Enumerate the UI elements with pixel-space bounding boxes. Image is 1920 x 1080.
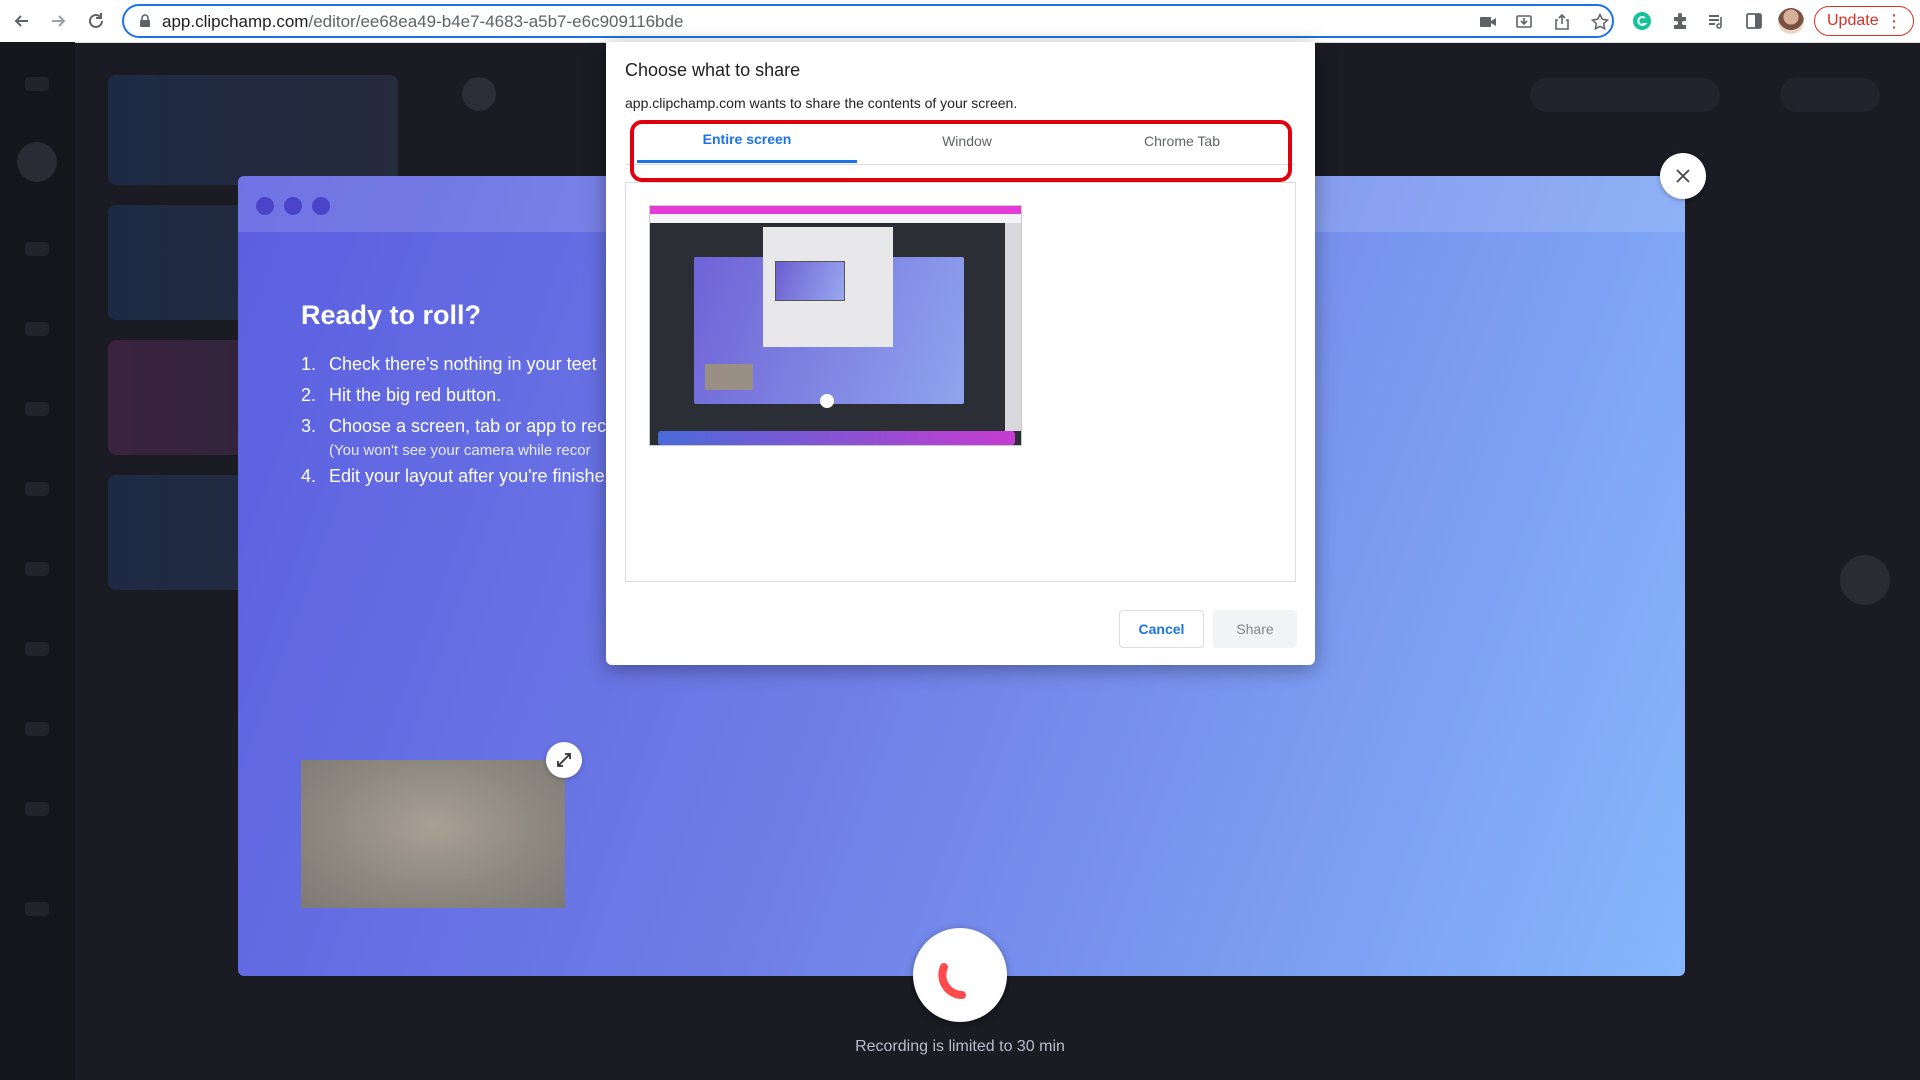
dialog-title: Choose what to share	[625, 60, 801, 80]
camera-preview[interactable]	[301, 760, 565, 908]
reading-list-icon[interactable]	[1704, 9, 1728, 33]
sidebar-ghost-icon	[25, 642, 49, 656]
sidebar-ghost-icon	[25, 802, 49, 816]
grammarly-extension-icon[interactable]	[1630, 9, 1654, 33]
close-recorder-button[interactable]	[1660, 153, 1706, 199]
sidebar-ghost-icon	[25, 322, 49, 336]
share-tabs: Entire screen Window Chrome Tab	[625, 118, 1295, 165]
background-media-card	[108, 75, 398, 185]
thumbnail-sidebar	[1005, 223, 1021, 431]
camera-in-use-icon[interactable]	[1478, 12, 1498, 32]
tab-chrome-tab[interactable]: Chrome Tab	[1077, 118, 1287, 163]
background-circle	[1840, 555, 1890, 605]
reload-icon[interactable]	[84, 9, 108, 33]
step-item: 2. Hit the big red button.	[301, 385, 502, 405]
sidebar-ghost-icon	[25, 902, 49, 916]
record-progress-icon	[938, 963, 966, 999]
tab-window[interactable]: Window	[857, 118, 1077, 163]
menu-dots-icon[interactable]: ⋮	[1885, 11, 1903, 31]
sidebar-ghost-icon	[25, 722, 49, 736]
dialog-subtitle: app.clipchamp.com wants to share the con…	[625, 95, 1018, 111]
entire-screen-thumbnail[interactable]	[649, 205, 1022, 446]
thumbnail-toolbar	[650, 214, 1021, 223]
record-button[interactable]	[913, 928, 1007, 1022]
recorder-title: Ready to roll?	[301, 300, 482, 330]
window-dot	[256, 197, 274, 215]
sidebar-avatar	[17, 142, 57, 182]
address-bar[interactable]: app.clipchamp.com/editor/ee68ea49-b4e7-4…	[122, 4, 1614, 38]
url-text: app.clipchamp.com/editor/ee68ea49-b4e7-4…	[162, 12, 684, 31]
window-dot	[284, 197, 302, 215]
thumbnail-menubar	[650, 206, 1021, 214]
install-app-icon[interactable]	[1514, 12, 1534, 32]
sidebar-ghost-icon	[25, 77, 49, 91]
background-pill	[1780, 78, 1880, 112]
profile-avatar[interactable]	[1778, 8, 1804, 34]
update-button[interactable]: Update ⋮	[1814, 6, 1914, 36]
expand-icon	[557, 753, 571, 767]
sidebar-ghost-icon	[25, 482, 49, 496]
sidebar-ghost-icon	[25, 402, 49, 416]
cancel-button[interactable]: Cancel	[1119, 610, 1204, 648]
thumbnail-record-button	[820, 394, 834, 408]
expand-preview-button[interactable]	[546, 742, 582, 778]
window-dot	[312, 197, 330, 215]
background-pill	[1530, 78, 1720, 112]
thumbnail-nested-preview	[775, 261, 845, 301]
lock-icon[interactable]	[138, 14, 152, 28]
editor-sidebar	[0, 42, 75, 1080]
thumbnail-camera	[705, 364, 753, 390]
screen-list-panel	[625, 182, 1296, 582]
sidebar-ghost-icon	[25, 562, 49, 576]
browser-toolbar: app.clipchamp.com/editor/ee68ea49-b4e7-4…	[0, 0, 1920, 43]
step-item: 1. Check there's nothing in your teet	[301, 354, 597, 374]
step-item: 4. Edit your layout after you're finishe	[301, 466, 605, 486]
back-icon[interactable]	[10, 9, 34, 33]
share-dialog: Choose what to share app.clipchamp.com w…	[606, 42, 1315, 665]
side-panel-icon[interactable]	[1742, 9, 1766, 33]
share-page-icon[interactable]	[1552, 12, 1572, 32]
share-button[interactable]: Share	[1213, 610, 1297, 648]
step-note: (You won't see your camera while recor	[329, 442, 591, 459]
close-icon	[1676, 169, 1690, 183]
sidebar-ghost-icon	[25, 242, 49, 256]
forward-icon[interactable]	[46, 9, 70, 33]
background-avatar	[462, 77, 496, 111]
thumbnail-dock	[658, 431, 1015, 445]
step-item: 3. Choose a screen, tab or app to rec	[301, 416, 607, 436]
bookmark-star-icon[interactable]	[1590, 12, 1610, 32]
tab-entire-screen[interactable]: Entire screen	[637, 118, 857, 163]
extensions-puzzle-icon[interactable]	[1668, 9, 1692, 33]
recording-limit-text: Recording is limited to 30 min	[855, 1038, 1065, 1055]
